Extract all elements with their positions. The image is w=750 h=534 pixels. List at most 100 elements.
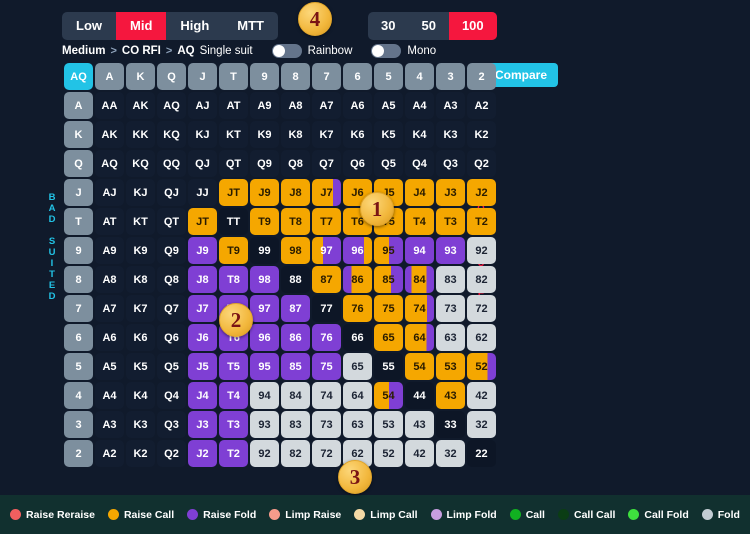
range-cell-AT[interactable]: AT (219, 92, 248, 119)
range-cell-T7[interactable]: T7 (312, 208, 341, 235)
range-cell-64[interactable]: 64 (343, 382, 372, 409)
range-cell-K3[interactable]: K3 (436, 121, 465, 148)
range-cell-J6[interactable]: J6 (188, 324, 217, 351)
range-cell-A7[interactable]: A7 (312, 92, 341, 119)
range-cell-A2[interactable]: A2 (467, 92, 496, 119)
range-cell-22[interactable]: 22 (467, 440, 496, 467)
range-cell-T3[interactable]: T3 (219, 411, 248, 438)
range-cell-Q8[interactable]: Q8 (157, 266, 186, 293)
grid-col-header-9[interactable]: 9 (250, 63, 279, 90)
mono-toggle[interactable] (371, 44, 402, 58)
stakes-tab-low[interactable]: Low (62, 12, 116, 40)
range-cell-AK[interactable]: AK (126, 92, 155, 119)
range-cell-Q7[interactable]: Q7 (157, 295, 186, 322)
range-cell-K9[interactable]: K9 (250, 121, 279, 148)
grid-row-header-4[interactable]: 4 (64, 382, 93, 409)
range-cell-65[interactable]: 65 (374, 324, 403, 351)
range-cell-82[interactable]: 82 (281, 440, 310, 467)
range-cell-95[interactable]: 95 (374, 237, 403, 264)
range-cell-AT[interactable]: AT (95, 208, 124, 235)
grid-corner-selected-hand[interactable]: AQ (64, 63, 93, 90)
grid-row-header-A[interactable]: A (64, 92, 93, 119)
range-cell-A6[interactable]: A6 (343, 92, 372, 119)
range-cell-43[interactable]: 43 (405, 411, 434, 438)
grid-col-header-4[interactable]: 4 (405, 63, 434, 90)
range-cell-A3[interactable]: A3 (436, 92, 465, 119)
range-cell-J7[interactable]: J7 (312, 179, 341, 206)
range-cell-65[interactable]: 65 (343, 353, 372, 380)
range-cell-J9[interactable]: J9 (188, 237, 217, 264)
range-cell-JJ[interactable]: JJ (188, 179, 217, 206)
range-cell-JT[interactable]: JT (219, 179, 248, 206)
range-cell-Q6[interactable]: Q6 (157, 324, 186, 351)
range-cell-AQ[interactable]: AQ (157, 92, 186, 119)
range-cell-J8[interactable]: J8 (281, 179, 310, 206)
range-cell-K2[interactable]: K2 (467, 121, 496, 148)
range-cell-76[interactable]: 76 (343, 295, 372, 322)
range-cell-74[interactable]: 74 (405, 295, 434, 322)
range-cell-Q8[interactable]: Q8 (281, 150, 310, 177)
grid-col-header-J[interactable]: J (188, 63, 217, 90)
range-cell-K4[interactable]: K4 (126, 382, 155, 409)
range-cell-K8[interactable]: K8 (281, 121, 310, 148)
range-cell-83[interactable]: 83 (281, 411, 310, 438)
range-cell-66[interactable]: 66 (343, 324, 372, 351)
range-cell-82[interactable]: 82 (467, 266, 496, 293)
grid-row-header-2[interactable]: 2 (64, 440, 93, 467)
grid-row-header-8[interactable]: 8 (64, 266, 93, 293)
range-cell-KJ[interactable]: KJ (126, 179, 155, 206)
range-cell-97[interactable]: 97 (312, 237, 341, 264)
range-cell-55[interactable]: 55 (374, 353, 403, 380)
range-cell-76[interactable]: 76 (312, 324, 341, 351)
grid-col-header-A[interactable]: A (95, 63, 124, 90)
range-cell-53[interactable]: 53 (436, 353, 465, 380)
range-cell-J3[interactable]: J3 (436, 179, 465, 206)
grid-col-header-2[interactable]: 2 (467, 63, 496, 90)
grid-row-header-7[interactable]: 7 (64, 295, 93, 322)
range-cell-63[interactable]: 63 (436, 324, 465, 351)
range-cell-93[interactable]: 93 (250, 411, 279, 438)
range-cell-KJ[interactable]: KJ (188, 121, 217, 148)
range-cell-99[interactable]: 99 (250, 237, 279, 264)
range-cell-KQ[interactable]: KQ (157, 121, 186, 148)
legend-item[interactable]: Raise Reraise (10, 509, 95, 521)
grid-col-header-8[interactable]: 8 (281, 63, 310, 90)
range-cell-QT[interactable]: QT (219, 150, 248, 177)
range-cell-95[interactable]: 95 (250, 353, 279, 380)
range-cell-J5[interactable]: J5 (188, 353, 217, 380)
breadcrumb-hand[interactable]: AQ (177, 45, 194, 57)
range-cell-87[interactable]: 87 (312, 266, 341, 293)
range-cell-QT[interactable]: QT (157, 208, 186, 235)
range-cell-Q3[interactable]: Q3 (157, 411, 186, 438)
range-cell-84[interactable]: 84 (281, 382, 310, 409)
range-cell-KK[interactable]: KK (126, 121, 155, 148)
range-cell-Q3[interactable]: Q3 (436, 150, 465, 177)
range-cell-T9[interactable]: T9 (219, 237, 248, 264)
range-cell-75[interactable]: 75 (374, 295, 403, 322)
range-cell-T3[interactable]: T3 (436, 208, 465, 235)
range-cell-92[interactable]: 92 (250, 440, 279, 467)
range-cell-T4[interactable]: T4 (219, 382, 248, 409)
range-cell-A7[interactable]: A7 (95, 295, 124, 322)
range-cell-77[interactable]: 77 (312, 295, 341, 322)
range-cell-75[interactable]: 75 (312, 353, 341, 380)
range-cell-QQ[interactable]: QQ (157, 150, 186, 177)
range-cell-A3[interactable]: A3 (95, 411, 124, 438)
range-cell-A4[interactable]: A4 (405, 92, 434, 119)
range-cell-72[interactable]: 72 (467, 295, 496, 322)
range-cell-Q2[interactable]: Q2 (467, 150, 496, 177)
range-cell-A5[interactable]: A5 (374, 92, 403, 119)
range-cell-J8[interactable]: J8 (188, 266, 217, 293)
range-cell-A9[interactable]: A9 (95, 237, 124, 264)
range-cell-K2[interactable]: K2 (126, 440, 155, 467)
range-cell-Q6[interactable]: Q6 (343, 150, 372, 177)
range-cell-K5[interactable]: K5 (374, 121, 403, 148)
grid-row-header-K[interactable]: K (64, 121, 93, 148)
range-cell-TT[interactable]: TT (219, 208, 248, 235)
range-cell-KT[interactable]: KT (126, 208, 155, 235)
range-cell-42[interactable]: 42 (467, 382, 496, 409)
range-cell-72[interactable]: 72 (312, 440, 341, 467)
range-cell-Q5[interactable]: Q5 (157, 353, 186, 380)
grid-col-header-5[interactable]: 5 (374, 63, 403, 90)
grid-col-header-Q[interactable]: Q (157, 63, 186, 90)
